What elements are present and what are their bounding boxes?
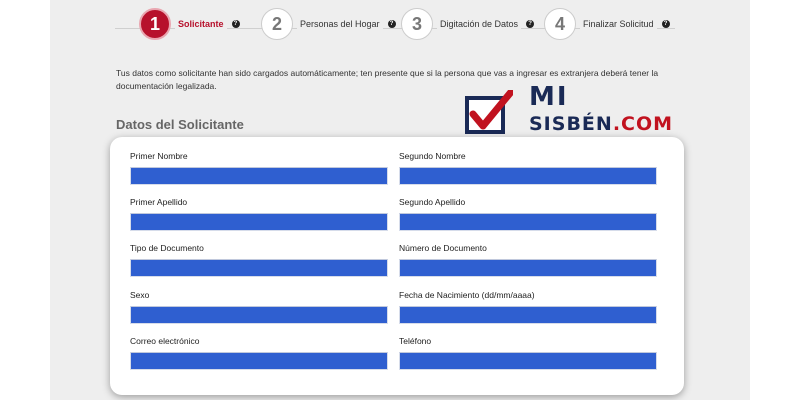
section-title: Datos del Solicitante: [116, 117, 244, 132]
field-correo-electronico: Correo electrónico: [130, 335, 390, 370]
fecha-nacimiento-input[interactable]: [399, 306, 657, 324]
step-label: Solicitante: [175, 19, 227, 29]
step-finalizar-solicitud[interactable]: 4 Finalizar Solicitud ?: [544, 6, 670, 42]
field-telefono: Teléfono: [399, 335, 659, 370]
help-icon[interactable]: ?: [231, 20, 240, 28]
step-label: Personas del Hogar: [297, 19, 383, 29]
field-sexo: Sexo: [130, 289, 390, 324]
step-number: 3: [401, 8, 433, 40]
step-label: Digitación de Datos: [437, 19, 522, 29]
field-label: Correo electrónico: [130, 336, 200, 346]
field-label: Tipo de Documento: [130, 243, 204, 253]
field-fecha-nacimiento: Fecha de Nacimiento (dd/mm/aaaa): [399, 289, 659, 324]
sexo-input[interactable]: [130, 306, 388, 324]
telefono-input[interactable]: [399, 352, 657, 370]
field-label: Número de Documento: [399, 243, 487, 253]
field-label: Sexo: [130, 290, 150, 300]
logo-text-com: .COM: [612, 113, 674, 135]
checkbox-check-icon: [465, 90, 513, 134]
field-label: Segundo Nombre: [399, 151, 466, 161]
step-digitacion-datos[interactable]: 3 Digitación de Datos ?: [401, 6, 535, 42]
field-segundo-apellido: Segundo Apellido: [399, 196, 659, 231]
misisben-logo: MI SISBÉN.COM: [465, 82, 675, 138]
primer-apellido-input[interactable]: [130, 213, 388, 231]
field-numero-documento: Número de Documento: [399, 242, 659, 277]
logo-text-sisben-word: SISBÉN: [529, 113, 613, 135]
logo-text-sisben: SISBÉN.COM: [529, 114, 673, 134]
step-number: 4: [544, 8, 576, 40]
field-segundo-nombre: Segundo Nombre: [399, 150, 659, 185]
field-label: Primer Apellido: [130, 197, 188, 207]
step-number: 1: [139, 8, 171, 40]
help-icon[interactable]: ?: [661, 20, 670, 28]
field-primer-nombre: Primer Nombre: [130, 150, 390, 185]
numero-documento-input[interactable]: [399, 259, 657, 277]
help-icon[interactable]: ?: [526, 20, 535, 28]
help-icon[interactable]: ?: [387, 20, 396, 28]
step-personas-hogar[interactable]: 2 Personas del Hogar ?: [261, 6, 396, 42]
field-label: Segundo Apellido: [399, 197, 466, 207]
step-solicitante[interactable]: 1 Solicitante ?: [139, 6, 240, 42]
primer-nombre-input[interactable]: [130, 167, 388, 185]
step-number: 2: [261, 8, 293, 40]
segundo-apellido-input[interactable]: [399, 213, 657, 231]
field-label: Fecha de Nacimiento (dd/mm/aaaa): [399, 290, 535, 300]
applicant-form-card: Primer Nombre Segundo Nombre Primer Apel…: [110, 137, 684, 395]
correo-electronico-input[interactable]: [130, 352, 388, 370]
step-label: Finalizar Solicitud: [580, 19, 657, 29]
field-label: Primer Nombre: [130, 151, 188, 161]
progress-stepper: 1 Solicitante ? 2 Personas del Hogar ? 3…: [115, 6, 675, 42]
segundo-nombre-input[interactable]: [399, 167, 657, 185]
logo-text-mi: MI: [529, 82, 569, 112]
tipo-documento-input[interactable]: [130, 259, 388, 277]
field-label: Teléfono: [399, 336, 432, 346]
field-tipo-documento: Tipo de Documento: [130, 242, 390, 277]
field-primer-apellido: Primer Apellido: [130, 196, 390, 231]
